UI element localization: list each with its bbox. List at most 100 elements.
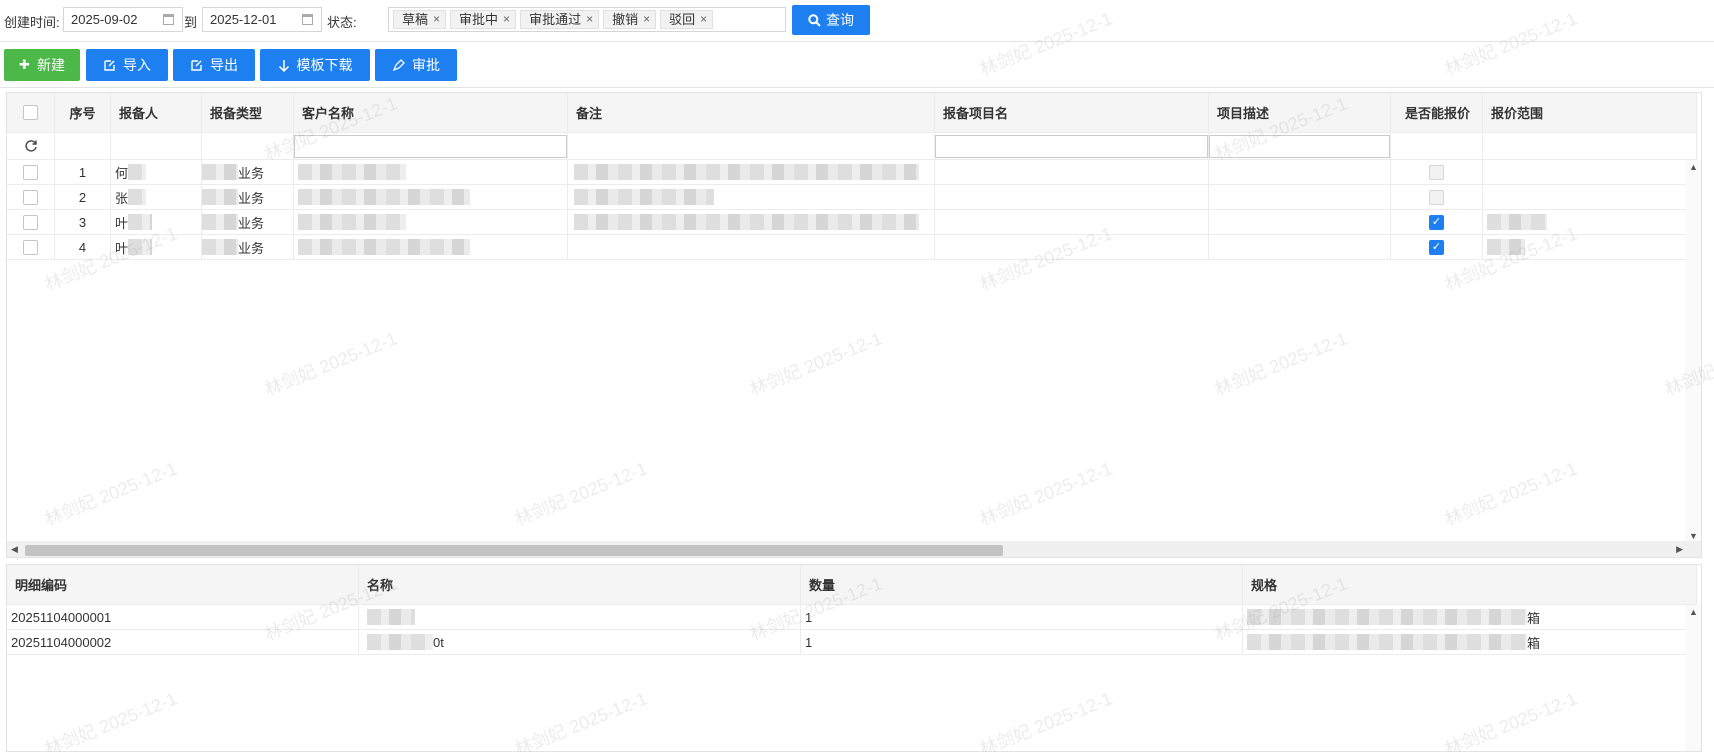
arrow-down-icon: [278, 59, 289, 72]
end-date-input[interactable]: 2025-12-01: [202, 7, 322, 32]
project-desc-filter-input[interactable]: [1209, 135, 1390, 158]
column-header[interactable]: 客户名称: [294, 93, 568, 132]
can-quote-cell: [1391, 185, 1483, 209]
scroll-right-icon[interactable]: ▶: [1676, 544, 1683, 555]
redacted-text: [1487, 214, 1547, 230]
status-tag-label: 草稿: [402, 12, 429, 27]
can-quote-cell: ✓: [1391, 235, 1483, 259]
scroll-down-icon[interactable]: ▼: [1689, 531, 1698, 541]
date-range-separator: 到: [184, 15, 198, 30]
scroll-left-icon[interactable]: ◀: [11, 544, 18, 555]
project-name-filter-input[interactable]: [935, 135, 1208, 158]
type-cell: 业务: [202, 160, 294, 184]
select-all-checkbox[interactable]: [23, 105, 38, 120]
column-header[interactable]: 是否能报价: [1391, 93, 1483, 132]
calendar-icon[interactable]: [302, 14, 313, 25]
table-row[interactable]: 20251104000001 1 箱: [7, 605, 1697, 630]
template-download-button[interactable]: 模板下载: [260, 49, 370, 81]
plus-icon: ✚: [19, 57, 30, 72]
redacted-text: [202, 239, 238, 255]
reporter-cell: 张: [111, 185, 202, 209]
row-checkbox[interactable]: [23, 214, 38, 230]
column-header[interactable]: 备注: [568, 93, 935, 132]
filter-cell: [111, 133, 202, 159]
start-date-input[interactable]: 2025-09-02: [63, 7, 183, 32]
toolbar: ✚ 新建 导入 导出 模板下载 审批: [0, 42, 1714, 88]
filter-cell: [568, 133, 935, 159]
close-icon[interactable]: ×: [643, 11, 650, 28]
import-button[interactable]: 导入: [86, 49, 168, 81]
type-text: 业务: [238, 165, 265, 181]
redacted-text: [574, 164, 919, 180]
detail-name-cell: 0t: [359, 630, 801, 654]
detail-vertical-scrollbar[interactable]: ▲: [1685, 605, 1701, 751]
detail-code-cell: 20251104000001: [7, 605, 359, 629]
close-icon[interactable]: ×: [700, 11, 707, 28]
new-button-label: 新建: [36, 57, 65, 73]
close-icon[interactable]: ×: [433, 11, 440, 28]
status-multiselect[interactable]: 草稿 × 审批中 × 审批通过 × 撤销 × 驳回 ×: [388, 7, 786, 32]
status-label: 状态:: [327, 15, 357, 30]
scrollbar-thumb[interactable]: [25, 545, 1003, 556]
close-icon[interactable]: ×: [586, 11, 593, 28]
calendar-icon[interactable]: [163, 14, 174, 25]
vertical-scrollbar[interactable]: ▲ ▼: [1685, 160, 1701, 543]
new-button[interactable]: ✚ 新建: [4, 49, 80, 81]
row-select-cell: [7, 160, 55, 184]
status-tag-label: 审批通过: [529, 12, 582, 27]
column-header[interactable]: 项目描述: [1209, 93, 1391, 132]
column-header[interactable]: 名称: [359, 565, 801, 604]
export-button[interactable]: 导出: [173, 49, 255, 81]
customer-cell: [294, 185, 568, 209]
reporter-cell: 叶: [111, 210, 202, 234]
detail-grid: 明细编码 名称 数量 规格 20251104000001 1 箱 2025110…: [6, 564, 1702, 752]
table-row[interactable]: 2 张 业务: [7, 185, 1697, 210]
can-quote-checkbox: [1429, 164, 1444, 180]
horizontal-scrollbar[interactable]: ◀ ▶: [7, 541, 1701, 557]
reporter-text: 叶: [115, 215, 129, 231]
remark-cell: [568, 185, 935, 209]
status-tag-label: 审批中: [459, 12, 499, 27]
quote-range-cell: [1483, 185, 1697, 209]
remark-cell: [568, 160, 935, 184]
detail-spec-cell: 箱: [1243, 630, 1697, 654]
main-grid: 序号 报备人 报备类型 客户名称 备注 报备项目名 项目描述 是否能报价 报价范…: [6, 92, 1702, 558]
redacted-text: [574, 214, 919, 230]
redacted-text: [202, 214, 238, 230]
filter-cell: [55, 133, 111, 159]
column-header[interactable]: 明细编码: [7, 565, 359, 604]
column-header[interactable]: 规格: [1243, 565, 1697, 604]
column-header[interactable]: 数量: [801, 565, 1243, 604]
refresh-icon[interactable]: [24, 139, 38, 153]
row-checkbox[interactable]: [23, 189, 38, 205]
redacted-text: [367, 609, 415, 625]
row-checkbox[interactable]: [23, 164, 38, 180]
customer-filter-input[interactable]: [294, 135, 567, 158]
redacted-text: [128, 164, 147, 180]
table-row[interactable]: 3 叶 业务 ✓: [7, 210, 1697, 235]
row-select-cell: [7, 185, 55, 209]
customer-cell: [294, 160, 568, 184]
column-header[interactable]: 报备人: [111, 93, 202, 132]
column-header[interactable]: 报备项目名: [935, 93, 1209, 132]
column-header[interactable]: 报备类型: [202, 93, 294, 132]
row-checkbox[interactable]: [23, 239, 38, 255]
column-header[interactable]: 报价范围: [1483, 93, 1697, 132]
scroll-up-icon[interactable]: ▲: [1689, 162, 1698, 172]
project-name-cell: [935, 235, 1209, 259]
remark-cell: [568, 210, 935, 234]
table-row[interactable]: 20251104000002 0t 1 箱: [7, 630, 1697, 655]
scroll-up-icon[interactable]: ▲: [1689, 607, 1698, 617]
query-button[interactable]: 查询: [792, 5, 870, 35]
table-row[interactable]: 1 何 业务: [7, 160, 1697, 185]
remark-cell: [568, 235, 935, 259]
column-header[interactable]: 序号: [55, 93, 111, 132]
table-row[interactable]: 4 叶 业务 ✓: [7, 235, 1697, 260]
detail-name-text: 0t: [433, 634, 444, 650]
close-icon[interactable]: ×: [503, 11, 510, 28]
reporter-text: 何: [115, 165, 129, 181]
search-icon: [808, 13, 821, 27]
index-cell: 2: [55, 185, 111, 209]
approve-button[interactable]: 审批: [375, 49, 457, 81]
status-tag-label: 撤销: [612, 12, 639, 27]
